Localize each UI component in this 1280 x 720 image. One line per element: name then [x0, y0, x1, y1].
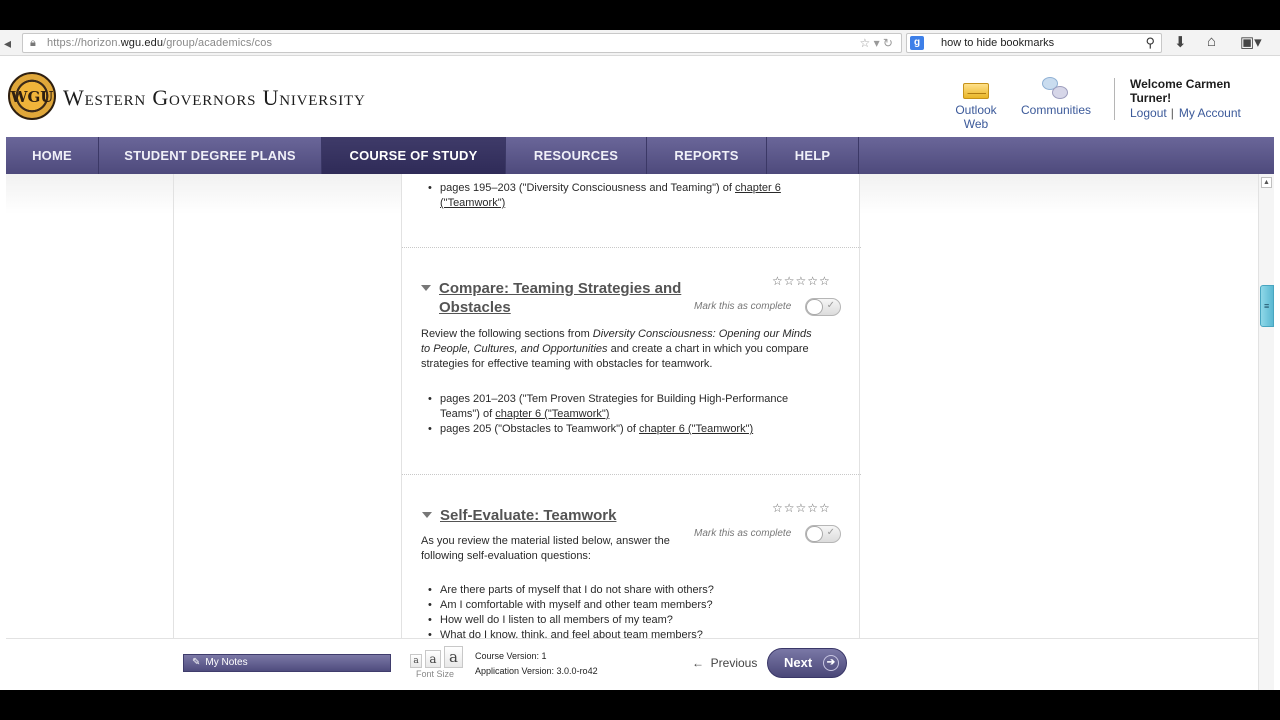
section-title-self-evaluate[interactable]: Self-Evaluate: Teamwork: [440, 506, 616, 525]
lock-icon: 🔒︎: [30, 37, 36, 49]
chat-bubbles-icon: [1040, 75, 1072, 103]
section-description: As you review the material listed below,…: [421, 535, 670, 562]
pencil-icon: ✎: [192, 657, 201, 668]
google-icon[interactable]: g: [910, 36, 924, 50]
previous-button[interactable]: ← Previous: [692, 656, 757, 670]
nav-home[interactable]: HOME: [6, 137, 99, 174]
main-nav: HOME STUDENT DEGREE PLANS COURSE OF STUD…: [6, 137, 1274, 174]
arrow-right-icon: ➔: [823, 655, 839, 671]
grip-icon: ≡: [1264, 301, 1270, 311]
url-text[interactable]: https://horizon.wgu.edu/group/academics/…: [47, 37, 272, 49]
collapse-arrow-icon[interactable]: [421, 285, 431, 291]
outlook-web-link[interactable]: Outlook Web: [942, 75, 1010, 131]
list-item: pages 205 ("Obstacles to Teamwork") of c…: [422, 422, 847, 437]
nav-course-of-study[interactable]: COURSE OF STUDY: [322, 137, 506, 174]
nav-student-degree-plans[interactable]: STUDENT DEGREE PLANS: [99, 137, 322, 174]
wgu-seal-logo[interactable]: WGU: [8, 72, 56, 120]
list-item: What do I know, think, and feel about te…: [422, 628, 847, 638]
section1-resource-list: pages 201–203 ("Tem Proven Strategies fo…: [422, 392, 847, 437]
logout-link[interactable]: Logout: [1130, 106, 1167, 120]
chapter-link-cont[interactable]: ("Teamwork"): [440, 197, 505, 209]
my-account-link[interactable]: My Account: [1179, 106, 1241, 120]
my-notes-button[interactable]: ✎ My Notes: [183, 654, 391, 672]
self-evaluation-questions: Are there parts of myself that I do not …: [422, 583, 847, 638]
side-panel-tab[interactable]: ≡: [1260, 285, 1274, 327]
font-size-medium-button[interactable]: a: [425, 650, 441, 668]
download-icon[interactable]: ⬇: [1174, 33, 1187, 51]
home-icon[interactable]: ⌂: [1207, 33, 1216, 50]
nav-reports[interactable]: REPORTS: [647, 137, 767, 174]
font-size-label: Font Size: [416, 669, 455, 679]
chapter-link[interactable]: chapter 6 ("Teamwork"): [639, 423, 753, 435]
list-item: Am I comfortable with myself and other t…: [422, 598, 847, 613]
page-footer: ✎ My Notes a a a Font Size Course Version…: [6, 638, 1258, 690]
font-size-large-button[interactable]: a: [444, 646, 463, 668]
list-item: Are there parts of myself that I do not …: [422, 583, 847, 598]
section-description: Review the following sections from Diver…: [421, 328, 812, 370]
mark-complete-toggle[interactable]: ✓: [805, 298, 841, 316]
mark-complete-label: Mark this as complete: [694, 301, 792, 312]
list-item: pages 201–203 ("Tem Proven Strategies fo…: [422, 392, 847, 422]
search-icon[interactable]: ⚲: [1145, 35, 1155, 51]
page-scrollbar[interactable]: ▲ ▼: [1258, 174, 1274, 690]
list-item: pages 195–203 ("Diversity Consciousness …: [422, 181, 842, 211]
bookmark-star-icon[interactable]: ☆ ▾ ↻: [859, 36, 893, 50]
back-arrow-icon[interactable]: ◂: [4, 35, 11, 52]
account-links: Logout | My Account: [1130, 106, 1241, 120]
section-divider: [402, 474, 861, 475]
top-resource-list: pages 195–203 ("Diversity Consciousness …: [422, 181, 842, 211]
course-version: Course Version: 1: [475, 651, 547, 661]
scroll-up-arrow-icon[interactable]: ▲: [1261, 177, 1272, 188]
communities-link[interactable]: Communities: [1020, 75, 1092, 117]
address-bar[interactable]: 🔒︎ https://horizon.wgu.edu/group/academi…: [22, 33, 902, 53]
font-size-small-button[interactable]: a: [410, 654, 422, 668]
header-divider: [1114, 78, 1115, 120]
chapter-link[interactable]: chapter 6 ("Teamwork"): [495, 408, 609, 420]
rating-stars[interactable]: ☆☆☆☆☆: [772, 501, 831, 515]
envelope-icon: [961, 75, 991, 101]
search-input[interactable]: how to hide bookmarks: [941, 37, 1054, 49]
mark-complete-toggle[interactable]: ✓: [805, 525, 841, 543]
section-divider: [402, 247, 861, 248]
chapter-link[interactable]: chapter 6: [735, 182, 781, 194]
browser-window: ◂ 🔒︎ https://horizon.wgu.edu/group/acade…: [0, 30, 1280, 690]
section-title-compare[interactable]: Compare: Teaming Strategies and Obstacles: [439, 279, 681, 317]
welcome-message: Welcome Carmen Turner!: [1130, 77, 1231, 105]
nav-resources[interactable]: RESOURCES: [506, 137, 647, 174]
collapse-arrow-icon[interactable]: [422, 512, 432, 518]
application-version: Application Version: 3.0.0-ro42: [475, 666, 598, 676]
main-content: pages 195–203 ("Diversity Consciousness …: [6, 174, 1260, 638]
rating-stars[interactable]: ☆☆☆☆☆: [772, 274, 831, 288]
site-header: WGU Western Governors University Outlook…: [6, 60, 1274, 136]
university-name[interactable]: Western Governors University: [63, 85, 366, 111]
left-column: [6, 174, 174, 638]
nav-help[interactable]: HELP: [767, 137, 859, 174]
list-item: How well do I listen to all members of m…: [422, 613, 847, 628]
search-bar[interactable]: g how to hide bookmarks ⚲: [906, 33, 1162, 53]
mark-complete-label: Mark this as complete: [694, 528, 792, 539]
menu-icon[interactable]: ▣▾: [1240, 33, 1262, 51]
course-content: pages 195–203 ("Diversity Consciousness …: [401, 174, 861, 638]
arrow-left-icon: ←: [692, 656, 704, 670]
next-button[interactable]: Next ➔: [767, 648, 847, 678]
browser-toolbar: ◂ 🔒︎ https://horizon.wgu.edu/group/acade…: [0, 30, 1280, 56]
